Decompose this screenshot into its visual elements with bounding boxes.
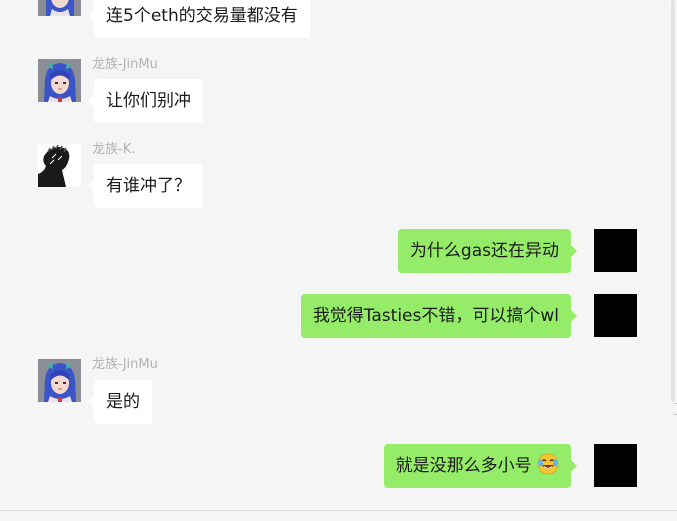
message-text: 我觉得Tasties不错，可以搞个wl: [312, 306, 559, 326]
chat-message-area[interactable]: 连5个eth的交易量都没有 龙族-JinMu 让你们别冲 龙族-K. 有谁冲了？…: [0, 0, 667, 510]
avatar[interactable]: [38, 144, 81, 187]
input-area-edge[interactable]: [0, 511, 677, 521]
message-bubble[interactable]: 就是没那么多小号: [383, 444, 578, 488]
scroll-edge-marker: [673, 414, 677, 415]
crying-laughing-emoji-icon: [537, 453, 559, 475]
message-text: 有谁冲了？: [106, 176, 191, 196]
scrollbar-thumb[interactable]: [671, 0, 675, 402]
avatar[interactable]: [38, 0, 81, 16]
message-bubble[interactable]: 让你们别冲: [88, 79, 203, 123]
sender-name: 龙族-JinMu: [92, 357, 158, 372]
avatar[interactable]: [594, 444, 637, 487]
avatar[interactable]: [38, 59, 81, 102]
message-bubble[interactable]: 有谁冲了？: [88, 164, 203, 208]
message-text: 让你们别冲: [106, 91, 191, 111]
message-bubble[interactable]: 是的: [88, 380, 152, 424]
avatar[interactable]: [594, 229, 637, 272]
anime-avatar-icon: [38, 359, 81, 402]
message-bubble[interactable]: 我觉得Tasties不错，可以搞个wl: [300, 294, 578, 338]
anime-avatar-icon: [38, 0, 81, 16]
message-bubble[interactable]: 为什么gas还在异动: [397, 229, 578, 273]
message-text: 是的: [106, 392, 140, 412]
message-text: 连5个eth的交易量都没有: [106, 6, 298, 26]
scrollbar[interactable]: [667, 0, 677, 510]
scroll-edge-marker: [673, 403, 677, 404]
message-text: 就是没那么多小号: [395, 456, 532, 476]
message-text: 为什么gas还在异动: [409, 241, 559, 261]
monochrome-avatar-icon: [38, 144, 81, 187]
avatar[interactable]: [38, 359, 81, 402]
avatar[interactable]: [594, 294, 637, 337]
sender-name: 龙族-K.: [92, 142, 136, 157]
sender-name: 龙族-JinMu: [92, 57, 158, 72]
anime-avatar-icon: [38, 59, 81, 102]
message-bubble[interactable]: 连5个eth的交易量都没有: [88, 0, 310, 38]
